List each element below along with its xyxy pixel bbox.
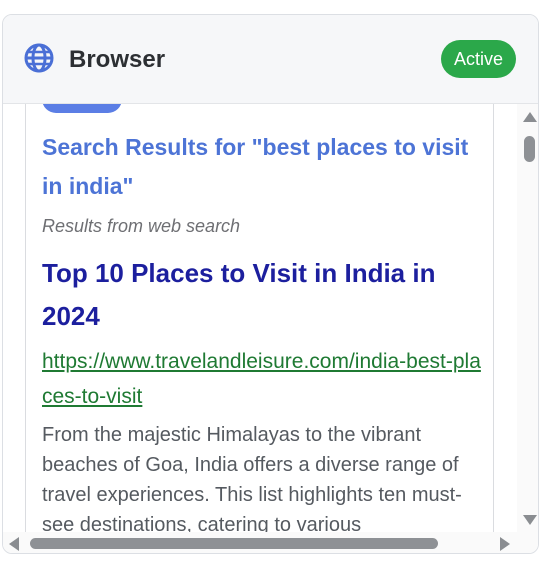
vertical-scrollbar[interactable] (517, 104, 538, 532)
result-url-link[interactable]: https://www.travelandleisure.com/india-b… (42, 344, 482, 414)
scroll-right-arrow-icon[interactable] (500, 537, 510, 551)
page-viewport[interactable]: Search Results for "best places to visit… (3, 104, 517, 532)
scroll-down-arrow-icon[interactable] (523, 515, 537, 525)
panel-header: Browser Active (3, 15, 538, 104)
results-source-note: Results from web search (42, 216, 241, 236)
horizontal-scrollbar[interactable] (3, 532, 538, 553)
browser-panel: Browser Active Search Results for "best … (2, 14, 539, 554)
tag-pill (42, 104, 122, 113)
vertical-scroll-thumb[interactable] (524, 136, 535, 162)
page-content: Search Results for "best places to visit… (25, 104, 494, 532)
panel-title: Browser (69, 46, 166, 73)
status-badge: Active (440, 40, 516, 78)
globe-icon (24, 43, 54, 73)
search-results-heading: Search Results for "best places to visit… (42, 134, 469, 199)
horizontal-scroll-thumb[interactable] (30, 538, 438, 549)
result-snippet: From the majestic Himalayas to the vibra… (42, 424, 462, 532)
scroll-up-arrow-icon[interactable] (523, 112, 537, 122)
result-title[interactable]: Top 10 Places to Visit in India in 2024 (42, 252, 472, 338)
scroll-left-arrow-icon[interactable] (9, 537, 19, 551)
